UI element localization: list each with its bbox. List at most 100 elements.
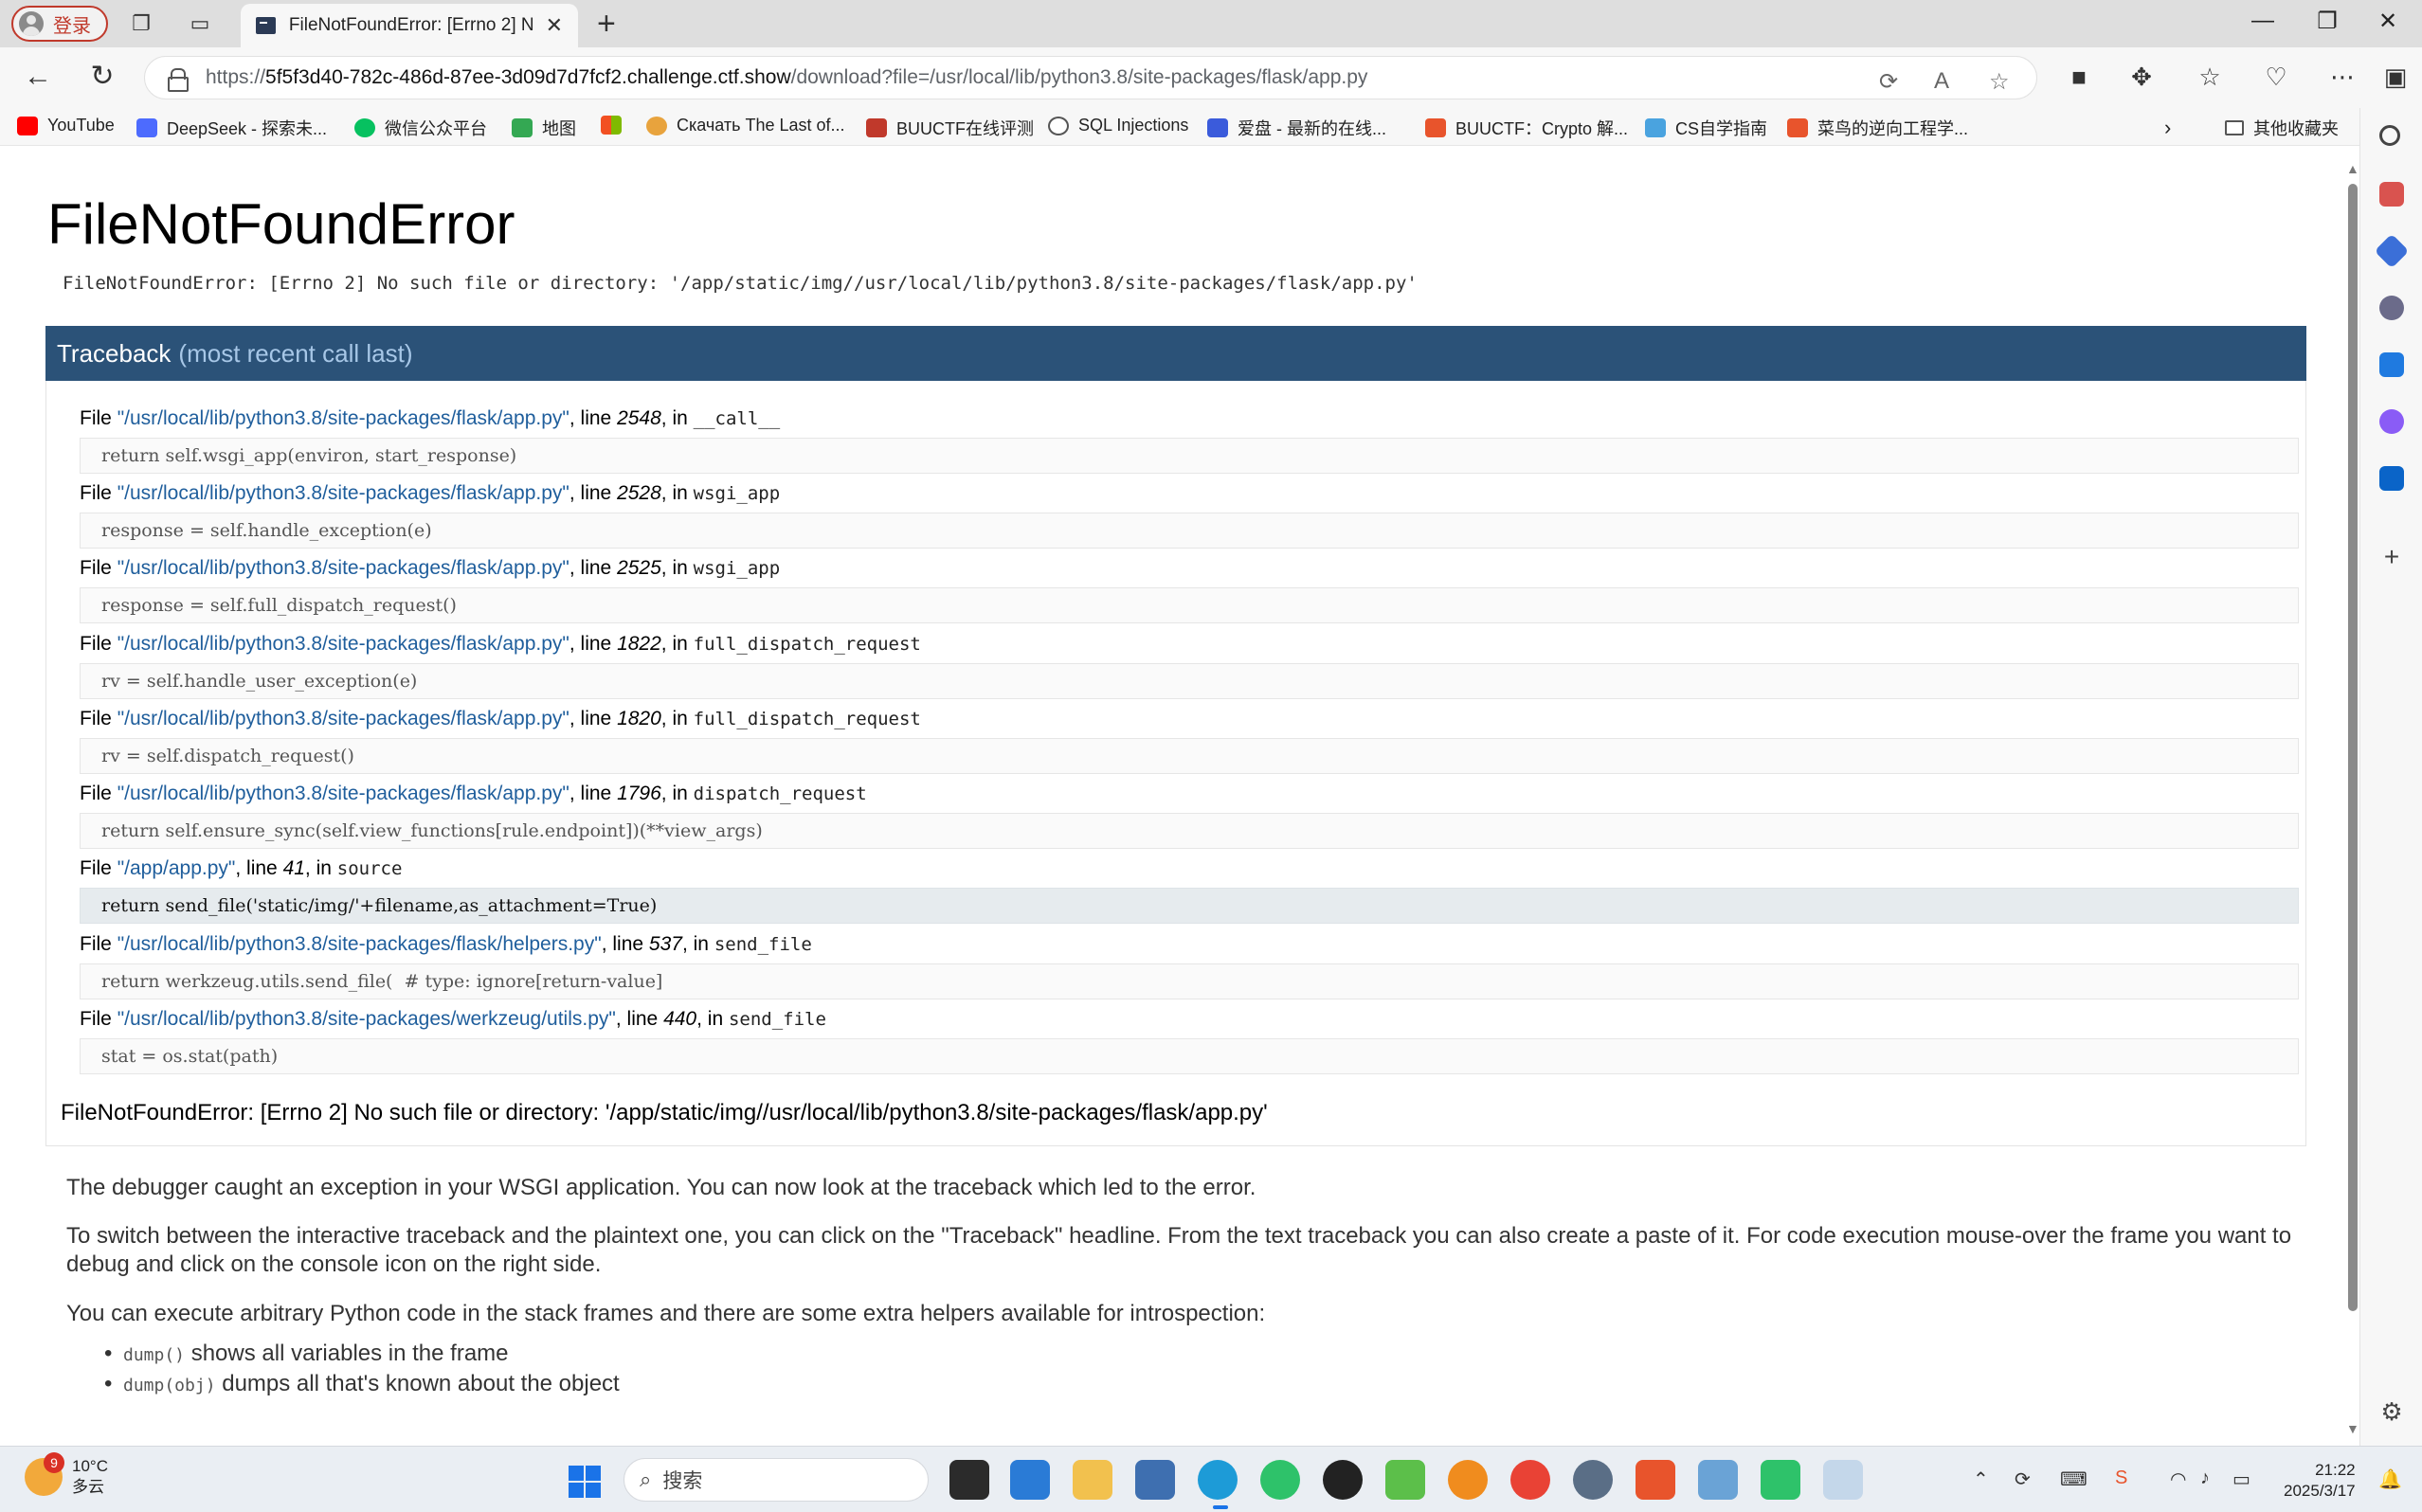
frame-path[interactable]: "/usr/local/lib/python3.8/site-packages/… <box>117 633 569 655</box>
back-button[interactable]: ← <box>19 61 57 93</box>
traceback-frame[interactable]: File "/usr/local/lib/python3.8/site-pack… <box>80 781 2299 849</box>
bookmark-youtube[interactable]: YouTube <box>17 116 115 135</box>
volume-icon[interactable]: ♪ <box>2200 1467 2210 1489</box>
send-icon[interactable] <box>2379 352 2404 377</box>
ime-icon[interactable]: S <box>2115 1467 2127 1489</box>
wifi-icon[interactable]: ◠ <box>2170 1467 2186 1491</box>
scrollbar-thumb[interactable] <box>2348 184 2358 1311</box>
extension-icon[interactable]: ■ <box>2062 63 2096 92</box>
traceback-frame[interactable]: File "/usr/local/lib/python3.8/site-pack… <box>80 480 2299 549</box>
favorites-icon[interactable]: ☆ <box>2193 63 2227 92</box>
new-tab-button[interactable]: + <box>597 8 616 40</box>
frame-code[interactable]: response = self.full_dispatch_request() <box>80 587 2299 623</box>
traceback-frame[interactable]: File "/usr/local/lib/python3.8/site-pack… <box>80 706 2299 774</box>
taskbar-search[interactable]: ⌕ 搜索 <box>624 1458 929 1502</box>
frame-path[interactable]: "/usr/local/lib/python3.8/site-packages/… <box>117 482 569 504</box>
close-window-button[interactable]: ✕ <box>2369 8 2407 35</box>
minimize-button[interactable]: — <box>2244 8 2282 34</box>
other-bookmarks[interactable]: 其他收藏夹 <box>2225 116 2339 140</box>
more-menu-icon[interactable]: ⋯ <box>2325 63 2359 92</box>
bookmark-buuctf[interactable]: BUUCTF在线评测 <box>866 116 1034 140</box>
bookmark-microsoft[interactable] <box>601 116 631 135</box>
weather-widget[interactable]: 9 10°C 多云 <box>25 1452 108 1498</box>
edge-browser-icon[interactable] <box>1198 1460 1238 1500</box>
sync-icon[interactable]: ⟳ <box>2015 1467 2031 1491</box>
scroll-down-icon[interactable]: ▼ <box>2346 1421 2359 1436</box>
frame-path[interactable]: "/app/app.py" <box>117 857 236 879</box>
bookmark-last-of-us[interactable]: Скачать The Last of... <box>646 116 845 135</box>
share-app-icon[interactable] <box>1385 1460 1425 1500</box>
traceback-frame-app[interactable]: File "/app/app.py", line 41, in source r… <box>80 855 2299 924</box>
close-icon[interactable]: ✕ <box>546 13 563 38</box>
frame-code[interactable]: return send_file('static/img/'+filename,… <box>80 888 2299 924</box>
show-hidden-icons-chevron-icon[interactable]: ⌃ <box>1973 1467 1989 1491</box>
workspaces-icon[interactable]: ❐ <box>127 9 155 38</box>
bookmark-deepseek[interactable]: DeepSeek - 探索未... <box>136 116 327 140</box>
bookmark-reverse-engineering[interactable]: 菜鸟的逆向工程学... <box>1787 116 1968 140</box>
outlook-icon[interactable] <box>2379 466 2404 491</box>
notification-bell-icon[interactable]: 🔔 <box>2378 1467 2402 1491</box>
traceback-header[interactable]: Traceback (most recent call last) <box>45 326 2306 381</box>
traceback-frame[interactable]: File "/usr/local/lib/python3.8/site-pack… <box>80 405 2299 474</box>
tab-actions-icon[interactable]: ▭ <box>186 9 214 38</box>
ida-app-icon[interactable] <box>1135 1460 1175 1500</box>
frame-path[interactable]: "/usr/local/lib/python3.8/site-packages/… <box>117 407 569 429</box>
frame-code[interactable]: return self.ensure_sync(self.view_functi… <box>80 813 2299 849</box>
bookmark-map[interactable]: 地图 <box>512 116 576 140</box>
bookmarks-overflow-chevron-icon[interactable]: › <box>2164 116 2171 140</box>
search-tool-icon[interactable] <box>1448 1460 1488 1500</box>
bookmark-cs-guide[interactable]: CS自学指南 <box>1645 116 1767 140</box>
settings-gear-icon[interactable]: ⚙ <box>2379 1399 2404 1425</box>
frame-path[interactable]: "/usr/local/lib/python3.8/site-packages/… <box>117 783 569 804</box>
shopping-tag-icon[interactable] <box>2374 233 2410 269</box>
vscode-app-icon[interactable] <box>1010 1460 1050 1500</box>
add-icon[interactable]: + <box>2379 544 2404 570</box>
traceback-frame[interactable]: File "/usr/local/lib/python3.8/site-pack… <box>80 555 2299 623</box>
sidebar-toggle-icon[interactable]: ▣ <box>2378 63 2413 92</box>
bookmark-wechat-mp[interactable]: 微信公众平台 <box>354 116 487 140</box>
tool-app-icon[interactable] <box>1698 1460 1738 1500</box>
frame-code[interactable]: rv = self.dispatch_request() <box>80 738 2299 774</box>
favorite-star-icon[interactable]: ☆ <box>1989 68 2010 96</box>
bookmark-buuctf-crypto[interactable]: BUUCTF：Crypto 解... <box>1425 116 1628 140</box>
traceback-frame[interactable]: File "/usr/local/lib/python3.8/site-pack… <box>80 631 2299 699</box>
scroll-up-icon[interactable]: ▲ <box>2346 161 2359 176</box>
url-text[interactable]: https://5f5f3d40-782c-486d-87ee-3d09d7d7… <box>206 66 1367 89</box>
search-icon[interactable] <box>2379 125 2400 146</box>
page-scrollbar[interactable]: ▲ ▼ <box>2344 155 2359 1436</box>
reload-button[interactable]: ↻ <box>83 61 121 93</box>
frame-path[interactable]: "/usr/local/lib/python3.8/site-packages/… <box>117 1008 616 1030</box>
extensions-puzzle-icon[interactable]: ✥ <box>2124 63 2159 92</box>
traceback-frame[interactable]: File "/usr/local/lib/python3.8/site-pack… <box>80 931 2299 999</box>
file-explorer-icon[interactable] <box>1073 1460 1112 1500</box>
ubuntu-app-icon[interactable] <box>1636 1460 1675 1500</box>
tab-active[interactable]: FileNotFoundError: [Errno 2] No such ✕ <box>241 4 578 47</box>
address-bar[interactable]: https://5f5f3d40-782c-486d-87ee-3d09d7d7… <box>144 56 2037 99</box>
bookmark-aipan[interactable]: 爱盘 - 最新的在线... <box>1207 116 1386 140</box>
bookmark-sql-injections[interactable]: SQL Injections <box>1048 116 1188 135</box>
lock-icon[interactable] <box>168 68 189 92</box>
refresh-circle-icon[interactable]: ⟳ <box>1879 68 1898 96</box>
wechat-app-icon[interactable] <box>1260 1460 1300 1500</box>
toolbox-icon[interactable] <box>2379 182 2404 207</box>
profile-button[interactable]: 登录 <box>11 6 108 42</box>
frame-code[interactable]: return self.wsgi_app(environ, start_resp… <box>80 438 2299 474</box>
copilot-icon[interactable] <box>2379 409 2404 434</box>
traceback-frame[interactable]: File "/usr/local/lib/python3.8/site-pack… <box>80 1006 2299 1074</box>
frame-path[interactable]: "/usr/local/lib/python3.8/site-packages/… <box>117 557 569 579</box>
app-icon[interactable] <box>1573 1460 1613 1500</box>
frame-path[interactable]: "/usr/local/lib/python3.8/site-packages/… <box>117 933 602 955</box>
frame-code[interactable]: return werkzeug.utils.send_file( # type:… <box>80 963 2299 999</box>
system-clock[interactable]: 21:22 2025/3/17 <box>2284 1460 2356 1502</box>
frame-code[interactable]: stat = os.stat(path) <box>80 1038 2299 1074</box>
keyboard-icon[interactable]: ⌨ <box>2060 1467 2088 1491</box>
frame-path[interactable]: "/usr/local/lib/python3.8/site-packages/… <box>117 708 569 729</box>
browser-essentials-icon[interactable]: ♡ <box>2259 63 2293 92</box>
snip-app-icon[interactable] <box>1823 1460 1863 1500</box>
qq-app-icon[interactable] <box>1323 1460 1363 1500</box>
frame-code[interactable]: rv = self.handle_user_exception(e) <box>80 663 2299 699</box>
terminal-app-icon[interactable] <box>949 1460 989 1500</box>
windows-start-icon[interactable] <box>569 1466 601 1498</box>
restore-button[interactable]: ❐ <box>2308 8 2346 35</box>
frame-code[interactable]: response = self.handle_exception(e) <box>80 513 2299 549</box>
